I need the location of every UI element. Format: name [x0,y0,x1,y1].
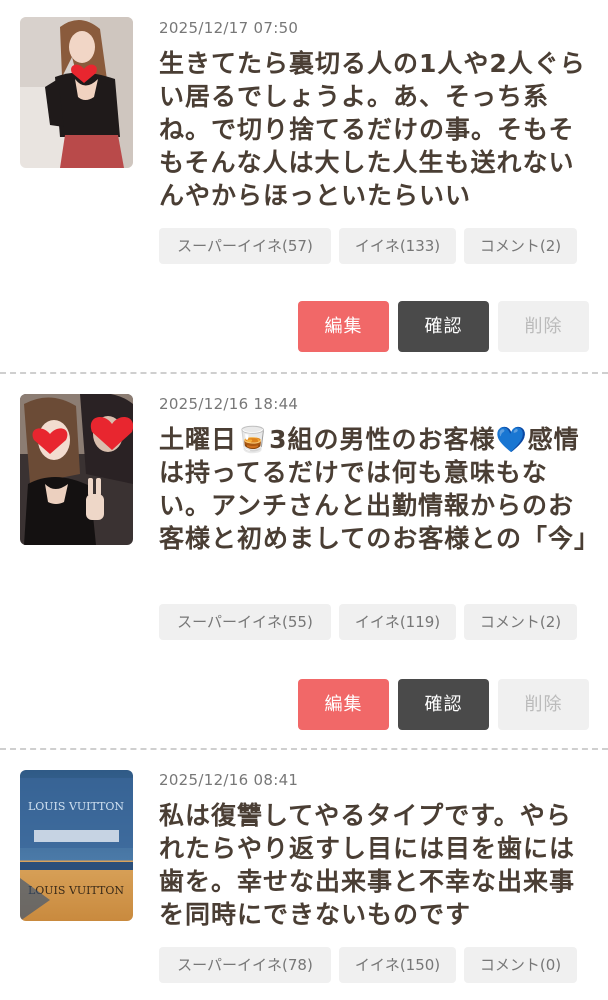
post-date: 2025/12/17 07:50 [159,19,299,37]
post-content: 2025/12/17 07:50 生きてたら裏切る人の1人や2人ぐらい居るでしょ… [159,19,588,264]
post-content: 2025/12/16 08:41 私は復讐してやるタイプです。やられたらやり返す… [159,771,588,983]
delete-button[interactable]: 削除 [498,679,589,730]
post-photo[interactable] [20,394,133,545]
comment-button[interactable]: コメント(2) [464,228,577,264]
like-button[interactable]: イイネ(150) [339,947,456,983]
post-photo-image: LOUIS VUITTON LOUIS VUITTON [20,770,133,921]
post-item: 2025/12/17 07:50 生きてたら裏切る人の1人や2人ぐらい居るでしょ… [0,0,608,374]
post-actions: 編集 確認 削除 [298,679,589,730]
like-button[interactable]: イイネ(119) [339,604,456,640]
edit-button[interactable]: 編集 [298,679,389,730]
post-stats: スーパーイイネ(57) イイネ(133) コメント(2) [159,228,588,264]
post-actions: 編集 確認 削除 [298,301,589,352]
comment-button[interactable]: コメント(2) [464,604,577,640]
post-text: 土曜日🥃3組の男性のお客様💙感情は持ってるだけでは何も意味もない。アンチさんと出… [159,425,601,553]
edit-button[interactable]: 編集 [298,301,389,352]
post-content: 2025/12/16 18:44 土曜日🥃3組の男性のお客様💙感情は持ってるだけ… [159,395,601,640]
super-like-button[interactable]: スーパーイイネ(78) [159,947,331,983]
post-stats: スーパーイイネ(78) イイネ(150) コメント(0) [159,947,588,983]
post-date: 2025/12/16 08:41 [159,771,299,789]
post-stats: スーパーイイネ(55) イイネ(119) コメント(2) [159,604,588,640]
confirm-button[interactable]: 確認 [398,301,489,352]
post-feed: 2025/12/17 07:50 生きてたら裏切る人の1人や2人ぐらい居るでしょ… [0,0,608,1000]
post-text: 私は復讐してやるタイプです。やられたらやり返すし目には目を歯には歯を。幸せな出来… [159,801,576,929]
super-like-button[interactable]: スーパーイイネ(57) [159,228,331,264]
confirm-button[interactable]: 確認 [398,679,489,730]
like-button[interactable]: イイネ(133) [339,228,456,264]
delete-button[interactable]: 削除 [498,301,589,352]
lv-logo-top: LOUIS VUITTON [28,800,124,813]
post-photo-image [20,17,133,168]
post-photo[interactable] [20,17,133,168]
post-item: LOUIS VUITTON LOUIS VUITTON 2025/12/16 0… [0,750,608,1000]
post-photo-image [20,394,133,545]
super-like-button[interactable]: スーパーイイネ(55) [159,604,331,640]
post-photo[interactable]: LOUIS VUITTON LOUIS VUITTON [20,770,133,921]
post-text: 生きてたら裏切る人の1人や2人ぐらい居るでしょうよ。あ、そっち系ね。で切り捨てる… [159,49,586,210]
post-item: 2025/12/16 18:44 土曜日🥃3組の男性のお客様💙感情は持ってるだけ… [0,374,608,750]
comment-button[interactable]: コメント(0) [464,947,577,983]
post-date: 2025/12/16 18:44 [159,395,299,413]
